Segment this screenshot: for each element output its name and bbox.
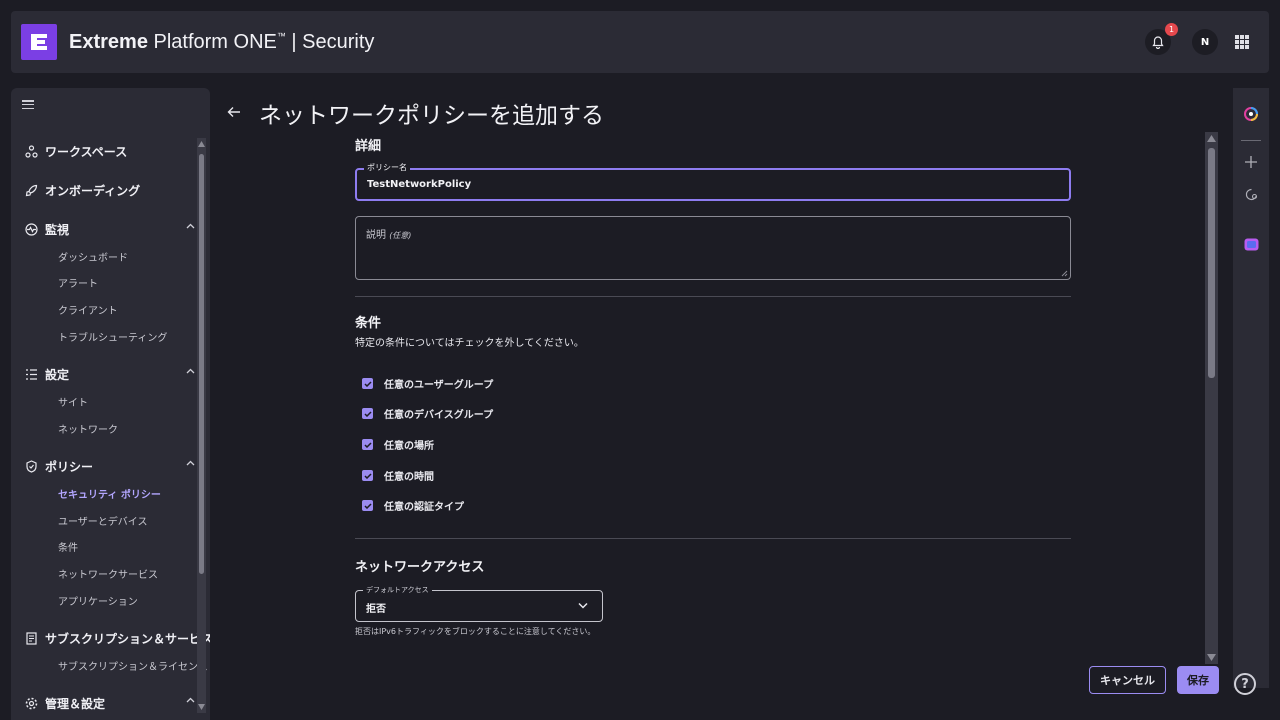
condition-any-device-group[interactable]: 任意のデバイスグループ [362, 406, 493, 421]
check-icon [363, 502, 372, 509]
ai-assistant-icon[interactable] [1243, 106, 1259, 122]
sidebar-item-dashboard[interactable]: ダッシュボード [58, 249, 128, 264]
default-access-helper: 拒否はIPv6トラフィックをブロックすることに注意してください。 [355, 627, 596, 636]
sidebar-item-policy[interactable]: ポリシー [25, 454, 195, 478]
rocket-icon [25, 184, 38, 197]
notifications-button[interactable]: 1 [1145, 23, 1178, 55]
help-button[interactable]: ? [1234, 673, 1256, 695]
document-icon [25, 631, 38, 645]
monitor-icon [25, 222, 38, 236]
chevron-down-icon [578, 602, 588, 609]
scroll-down-icon[interactable] [198, 704, 205, 710]
sidebar-item-troubleshooting[interactable]: トラブルシューティング [58, 329, 167, 344]
conditions-heading: 条件 [355, 316, 382, 331]
top-header: Extreme Platform ONE™ | Security 1 N [11, 11, 1269, 73]
right-rail [1233, 88, 1269, 688]
user-avatar[interactable]: N [1192, 29, 1218, 55]
sidebar-scrollbar[interactable] [197, 138, 206, 713]
sidebar-item-monitor[interactable]: 監視 [25, 217, 195, 241]
description-placeholder: 説明 (任意) [366, 230, 412, 241]
bell-icon [1152, 35, 1164, 49]
network-access-heading: ネットワークアクセス [355, 560, 485, 575]
sidebar-item-network-services[interactable]: ネットワークサービス [58, 566, 158, 581]
rail-divider [1241, 140, 1261, 141]
sidebar-item-subscriptions-licenses[interactable]: サブスクリプション＆ライセンス [58, 658, 208, 673]
condition-any-auth-type[interactable]: 任意の認証タイプ [362, 498, 464, 513]
workspace-icon [25, 144, 38, 158]
settings-list-icon [25, 368, 38, 381]
conditions-subtitle: 特定の条件についてはチェックを外してください。 [355, 338, 584, 349]
sidebar-item-network[interactable]: ネットワーク [58, 421, 118, 436]
details-heading: 詳細 [355, 139, 382, 154]
chevron-up-icon[interactable] [186, 697, 195, 703]
gear-icon [25, 697, 38, 710]
checkbox[interactable] [362, 378, 373, 389]
scroll-down-icon[interactable] [1207, 654, 1216, 661]
sidebar-item-sites[interactable]: サイト [58, 394, 88, 409]
check-icon [363, 410, 372, 417]
policy-name-value[interactable]: TestNetworkPolicy [367, 179, 471, 190]
chevron-up-icon[interactable] [186, 460, 195, 466]
default-access-select[interactable]: デフォルトアクセス 拒否 [355, 585, 603, 622]
extreme-logo-icon[interactable] [21, 24, 57, 60]
chevron-up-icon[interactable] [186, 368, 195, 374]
condition-any-user-group[interactable]: 任意のユーザーグループ [362, 376, 493, 391]
chevron-up-icon[interactable] [186, 223, 195, 229]
add-icon[interactable] [1243, 154, 1259, 170]
main-scroll-thumb[interactable] [1208, 148, 1215, 378]
assistant-settings-icon[interactable] [1243, 186, 1259, 202]
sidebar-item-alerts[interactable]: アラート [58, 275, 98, 290]
description-field[interactable]: 説明 (任意) [355, 216, 1071, 280]
sidebar-item-settings[interactable]: 設定 [25, 362, 195, 386]
save-button[interactable]: 保存 [1177, 666, 1219, 694]
cancel-button[interactable]: キャンセル [1089, 666, 1166, 694]
app-title: Extreme Platform ONE™ | Security [69, 30, 375, 53]
resize-handle-icon[interactable] [1061, 270, 1068, 277]
divider [355, 538, 1071, 539]
check-icon [363, 472, 372, 479]
sidebar-item-users-devices[interactable]: ユーザーとデバイス [58, 513, 148, 528]
check-icon [363, 441, 372, 448]
scroll-up-icon[interactable] [198, 141, 205, 147]
policy-name-label: ポリシー名 [364, 162, 410, 173]
divider [355, 296, 1071, 297]
checkbox[interactable] [362, 500, 373, 511]
page-title: ネットワークポリシーを追加する [259, 103, 604, 129]
sidebar-item-admin-settings[interactable]: 管理＆設定 [25, 691, 195, 715]
shield-icon [25, 459, 38, 473]
policy-name-field[interactable]: ポリシー名 TestNetworkPolicy [355, 162, 1071, 201]
checkbox[interactable] [362, 470, 373, 481]
default-access-label: デフォルトアクセス [363, 585, 432, 595]
sidebar-scroll-thumb[interactable] [199, 154, 204, 574]
checkbox[interactable] [362, 408, 373, 419]
menu-icon[interactable] [22, 100, 34, 109]
notification-badge: 1 [1165, 23, 1178, 36]
scroll-up-icon[interactable] [1207, 135, 1216, 142]
default-access-value: 拒否 [366, 604, 386, 615]
check-icon [363, 380, 372, 387]
app-grid-icon[interactable] [1235, 35, 1249, 49]
sidebar-item-security-policy[interactable]: セキュリティ ポリシー [58, 486, 161, 501]
chat-app-icon[interactable] [1243, 236, 1259, 252]
condition-any-location[interactable]: 任意の場所 [362, 437, 434, 452]
condition-any-time[interactable]: 任意の時間 [362, 468, 434, 483]
sidebar-item-applications[interactable]: アプリケーション [58, 593, 138, 608]
sidebar: ワークスペース オンボーディング 監視 ダッシュボード アラート クライアント … [11, 88, 210, 720]
main-scrollbar[interactable] [1205, 132, 1218, 664]
checkbox[interactable] [362, 439, 373, 450]
sidebar-item-clients[interactable]: クライアント [58, 302, 118, 317]
sidebar-item-subscriptions[interactable]: サブスクリプション＆サービス [25, 626, 210, 650]
sidebar-item-onboarding[interactable]: オンボーディング [25, 178, 195, 202]
sidebar-item-workspace[interactable]: ワークスペース [25, 139, 195, 163]
sidebar-item-conditions[interactable]: 条件 [58, 539, 78, 554]
back-arrow-icon[interactable] [227, 106, 241, 118]
